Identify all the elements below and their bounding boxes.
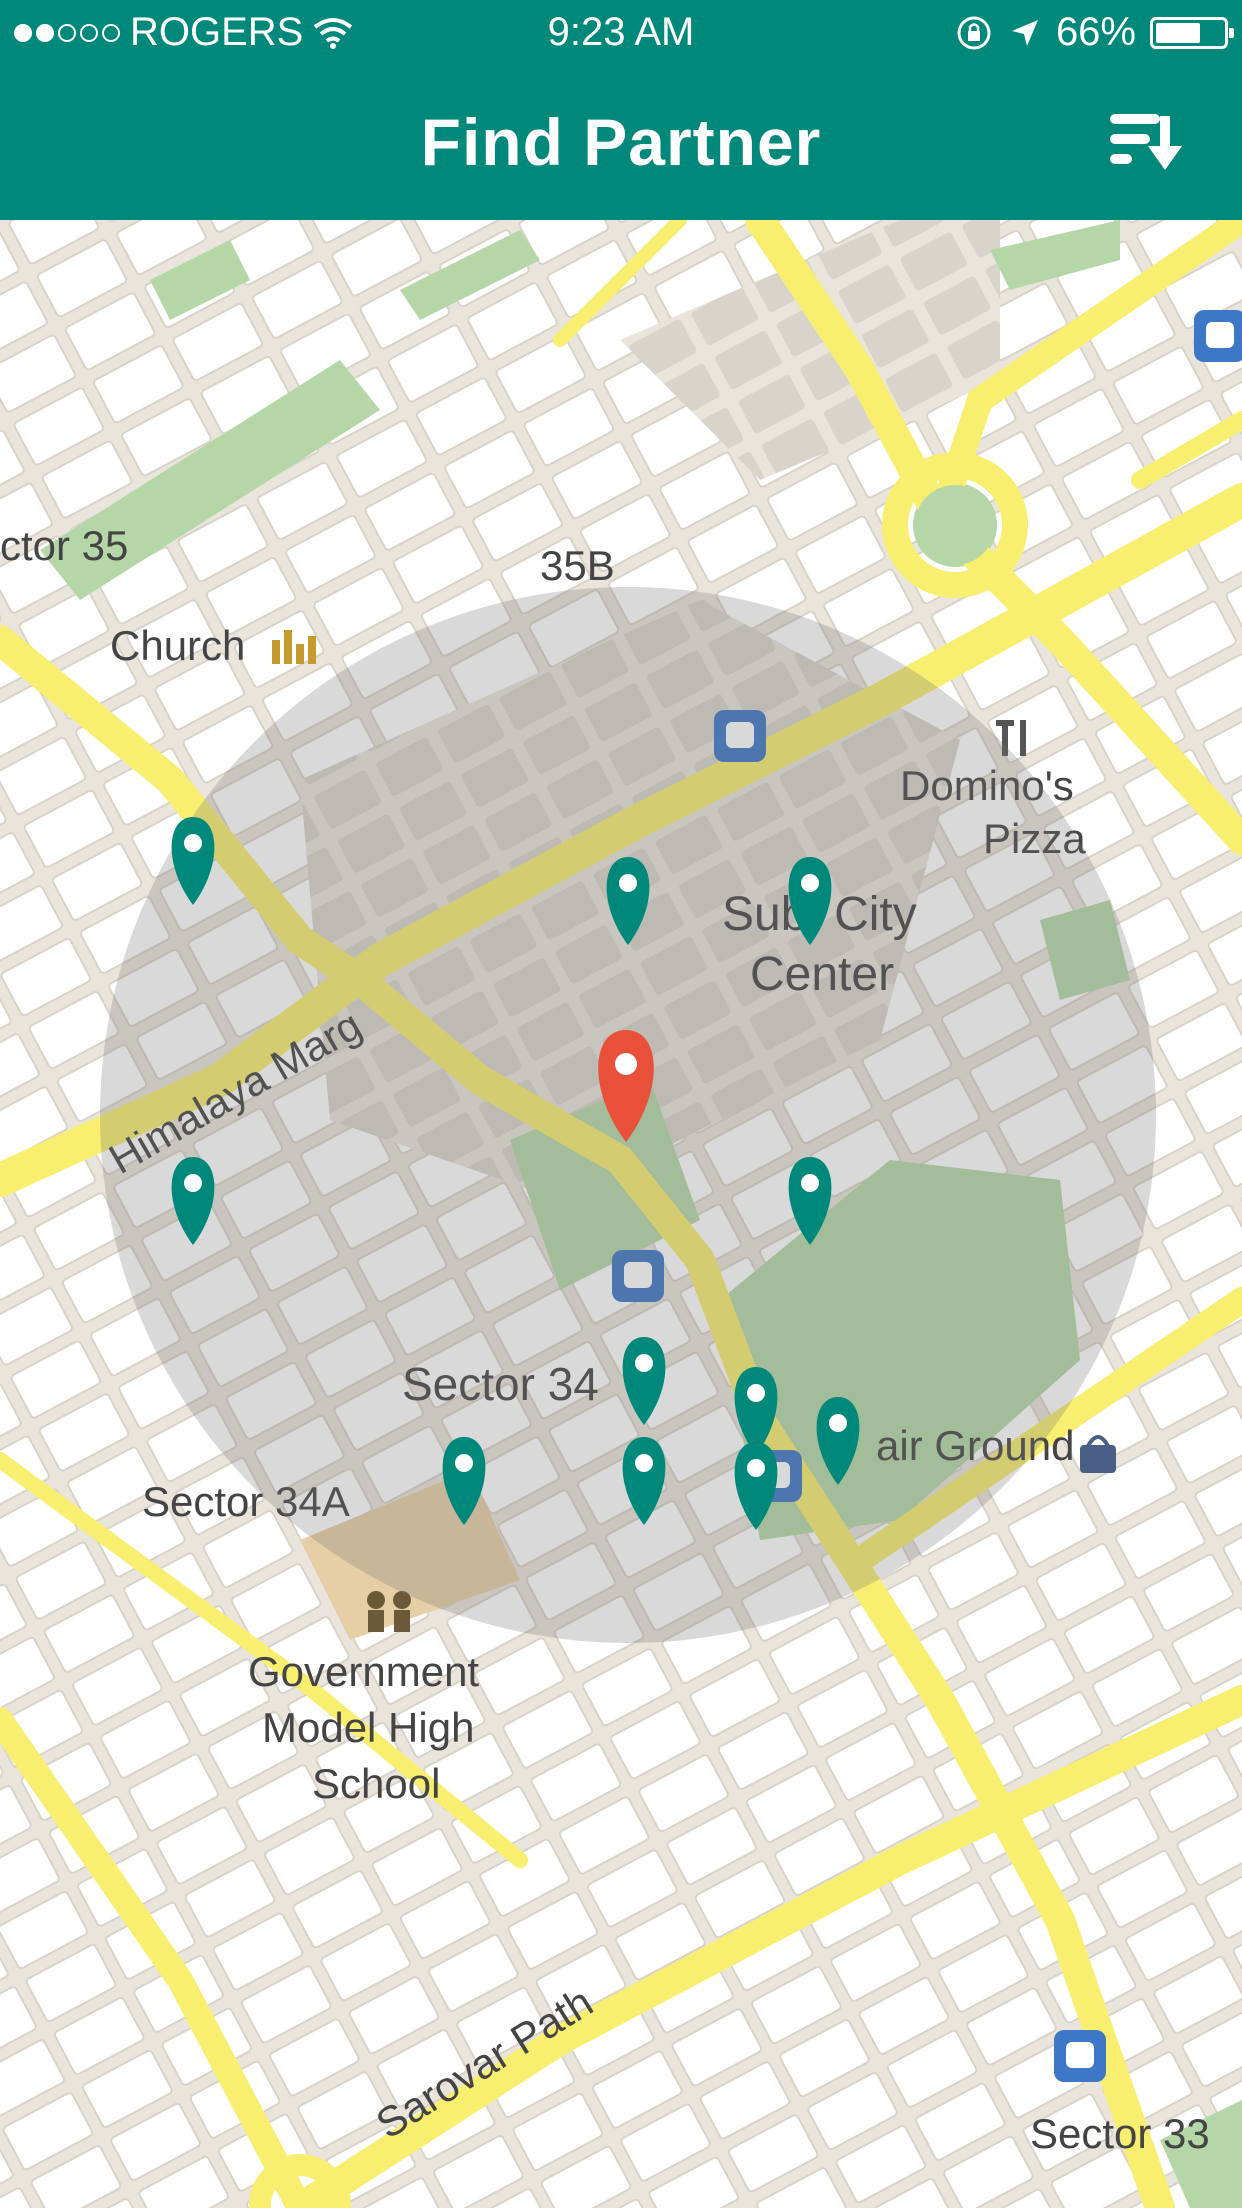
map-label-sector-33: Sector 33	[1030, 2110, 1210, 2157]
map-canvas[interactable]: ctor 35 35B Church Domino's Pizza Sub. C…	[0, 220, 1242, 2208]
sort-button[interactable]	[1108, 106, 1192, 176]
status-bar: ROGERS 9:23 AM 66%	[0, 0, 1242, 64]
status-right: 66%	[954, 10, 1234, 55]
map-label-35b: 35B	[540, 542, 615, 589]
map-label-government: Government	[248, 1648, 479, 1695]
battery-level	[1156, 22, 1200, 43]
map-label-sector-35: ctor 35	[0, 522, 128, 569]
battery-percent: 66%	[1055, 10, 1136, 54]
bus-stop-icon	[1054, 2030, 1106, 2082]
roundabout-center	[915, 485, 995, 565]
bus-stop-icon	[1194, 310, 1242, 362]
map-label-church: Church	[110, 622, 245, 669]
map-view[interactable]: ctor 35 35B Church Domino's Pizza Sub. C…	[0, 220, 1242, 2208]
rotation-lock-icon	[957, 16, 991, 49]
map-label-model-high: Model High	[262, 1704, 474, 1751]
location-arrow-icon	[1011, 19, 1038, 46]
sort-descending-icon	[1110, 114, 1182, 170]
page-title: Find Partner	[420, 105, 822, 179]
app-bar: Find Partner	[0, 64, 1242, 220]
map-label-school: School	[312, 1760, 440, 1807]
battery-icon	[1150, 16, 1234, 49]
